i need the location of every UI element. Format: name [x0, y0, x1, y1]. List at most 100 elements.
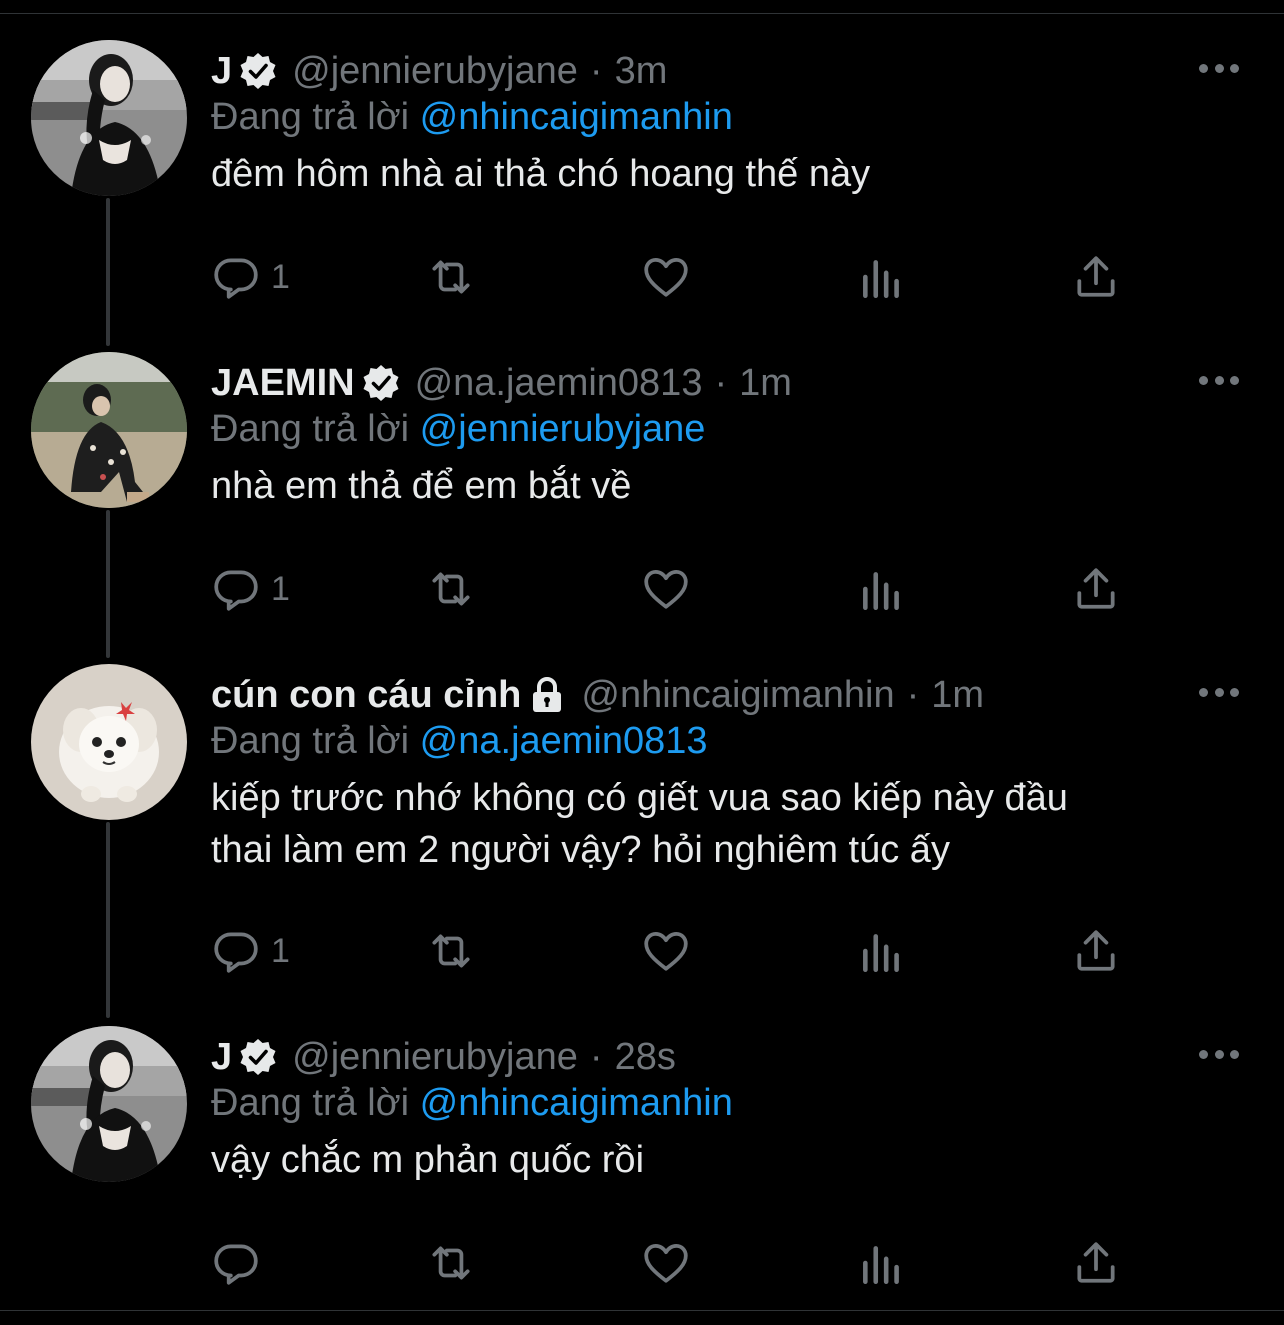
separator-dot: · — [589, 1035, 603, 1078]
timestamp[interactable]: 1m — [739, 362, 792, 405]
display-name[interactable]: J — [211, 1036, 232, 1079]
share-upload-icon — [1077, 930, 1115, 971]
separator-dot: · — [714, 361, 728, 404]
reply-bubble-icon — [214, 932, 258, 973]
lock-icon — [533, 677, 562, 712]
reply-bubble-icon — [214, 258, 258, 299]
reply-prefix: Đang trả lời — [211, 1082, 410, 1124]
reply-prefix: Đang trả lời — [211, 96, 410, 138]
analytics-bars-icon — [863, 572, 899, 611]
more-dots-icon[interactable] — [1199, 372, 1239, 388]
heart-icon — [644, 258, 688, 297]
reply-button[interactable]: 1 — [211, 564, 290, 614]
reply-count: 1 — [271, 931, 290, 970]
retweet-button[interactable] — [423, 926, 479, 976]
more-dots-icon[interactable] — [1199, 1046, 1239, 1062]
top-divider — [0, 0, 1284, 14]
timestamp[interactable]: 3m — [615, 50, 668, 93]
display-name[interactable]: JAEMIN — [211, 362, 355, 405]
retweet-icon — [432, 934, 470, 968]
tweet-text-line: kiếp trước nhớ không có giết vua sao kiế… — [211, 777, 1068, 819]
like-button[interactable] — [641, 926, 691, 976]
tweet-text: đêm hôm nhà ai thả chó hoang thế này — [211, 153, 871, 195]
tweet-text-line: thai làm em 2 người vậy? hỏi nghiêm túc … — [211, 829, 950, 871]
retweet-button[interactable] — [423, 1238, 479, 1288]
analytics-bars-icon — [863, 1246, 899, 1285]
reply-mention-link[interactable]: @nhincaigimanhin — [420, 1082, 733, 1124]
reply-button[interactable]: 1 — [211, 926, 290, 976]
tweet-actions — [211, 1238, 1131, 1288]
avatar[interactable] — [31, 40, 187, 196]
verified-badge-icon — [240, 1039, 276, 1075]
display-name[interactable]: J — [211, 50, 232, 93]
share-button[interactable] — [1071, 564, 1121, 614]
separator-dot: · — [906, 673, 920, 716]
reply-mention-link[interactable]: @na.jaemin0813 — [420, 720, 708, 762]
tweet-text: kiếp trước nhớ không có giết vua sao kiế… — [211, 772, 1251, 876]
views-button[interactable] — [857, 252, 907, 302]
replying-to: Đang trả lời @nhincaigimanhin — [211, 1082, 733, 1125]
user-handle[interactable]: @na.jaemin0813 — [415, 362, 703, 405]
retweet-icon — [432, 1246, 470, 1280]
replying-to: Đang trả lời @nhincaigimanhin — [211, 96, 733, 139]
tweet-header: J @jennierubyjane · 28s — [211, 1032, 676, 1082]
tweet-actions: 1 — [211, 252, 1131, 302]
views-button[interactable] — [857, 1238, 907, 1288]
reply-button[interactable] — [211, 1238, 271, 1288]
more-dots-icon[interactable] — [1199, 684, 1239, 700]
reply-count: 1 — [271, 569, 290, 608]
like-button[interactable] — [641, 564, 691, 614]
timestamp[interactable]: 1m — [931, 674, 984, 717]
separator-dot: · — [589, 49, 603, 92]
reply-bubble-icon — [214, 570, 258, 611]
verified-badge-icon — [240, 53, 276, 89]
tweet-text: vậy chắc m phản quốc rồi — [211, 1139, 645, 1181]
like-button[interactable] — [641, 252, 691, 302]
share-upload-icon — [1077, 1242, 1115, 1283]
replying-to: Đang trả lời @jennierubyjane — [211, 408, 705, 451]
reply-button[interactable]: 1 — [211, 252, 290, 302]
reply-count: 1 — [271, 257, 290, 296]
reply-prefix: Đang trả lời — [211, 720, 410, 762]
user-handle[interactable]: @jennierubyjane — [292, 1036, 578, 1079]
verified-badge-icon — [363, 365, 399, 401]
like-button[interactable] — [641, 1238, 691, 1288]
reply-mention-link[interactable]: @nhincaigimanhin — [420, 96, 733, 138]
heart-icon — [644, 570, 688, 609]
more-dots-icon[interactable] — [1199, 60, 1239, 76]
thread-connector-line — [106, 822, 110, 1018]
user-handle[interactable]: @nhincaigimanhin — [581, 674, 894, 717]
avatar[interactable] — [31, 352, 187, 508]
heart-icon — [644, 1244, 688, 1283]
heart-icon — [644, 932, 688, 971]
reply-mention-link[interactable]: @jennierubyjane — [420, 408, 706, 450]
thread-connector-line — [106, 198, 110, 346]
bottom-divider — [0, 1310, 1284, 1311]
share-button[interactable] — [1071, 252, 1121, 302]
retweet-icon — [432, 572, 470, 606]
views-button[interactable] — [857, 564, 907, 614]
tweet-header: cún con cáu cỉnh @nhincaigimanhin · 1m — [211, 670, 984, 720]
avatar[interactable] — [31, 1026, 187, 1182]
timestamp[interactable]: 28s — [615, 1036, 676, 1079]
tweet-actions: 1 — [211, 564, 1131, 614]
reply-bubble-icon — [214, 1244, 258, 1285]
replying-to: Đang trả lời @na.jaemin0813 — [211, 720, 708, 763]
share-upload-icon — [1077, 568, 1115, 609]
user-handle[interactable]: @jennierubyjane — [292, 50, 578, 93]
share-button[interactable] — [1071, 926, 1121, 976]
tweet-header: JAEMIN @na.jaemin0813 · 1m — [211, 358, 792, 408]
share-button[interactable] — [1071, 1238, 1121, 1288]
tweet-header: J @jennierubyjane · 3m — [211, 46, 667, 96]
retweet-icon — [432, 260, 470, 294]
display-name[interactable]: cún con cáu cỉnh — [211, 674, 521, 717]
reply-prefix: Đang trả lời — [211, 408, 410, 450]
retweet-button[interactable] — [423, 564, 479, 614]
avatar[interactable] — [31, 664, 187, 820]
tweet-text: nhà em thả để em bắt về — [211, 465, 632, 507]
thread-connector-line — [106, 510, 110, 658]
views-button[interactable] — [857, 926, 907, 976]
retweet-button[interactable] — [423, 252, 479, 302]
tweet-actions: 1 — [211, 926, 1131, 976]
analytics-bars-icon — [863, 260, 899, 299]
